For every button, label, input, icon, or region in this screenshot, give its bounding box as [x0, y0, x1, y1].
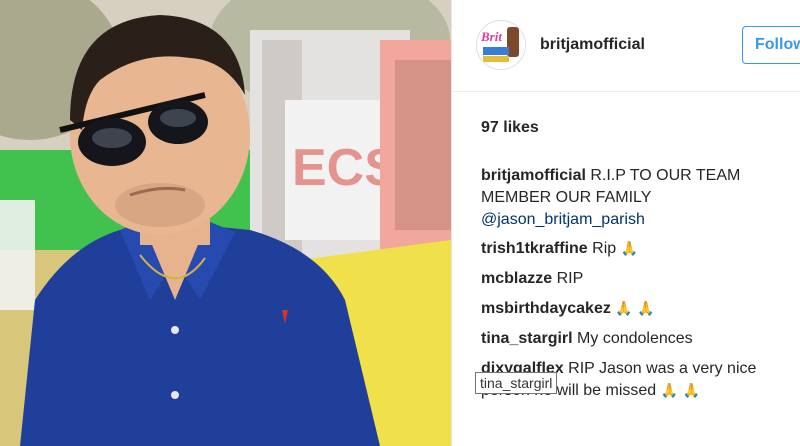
comment-username[interactable]: trish1tkraffine: [481, 240, 588, 257]
comment-text: Rip: [592, 240, 617, 257]
folded-hands-emoji-icon: 🙏 🙏: [615, 301, 655, 317]
username-tooltip: tina_stargirl: [475, 372, 558, 394]
caption: britjamofficial R.I.P TO OUR TEAM MEMBER…: [481, 165, 800, 231]
comment-username[interactable]: msbirthdaycakez: [481, 300, 611, 317]
avatar-logo-icon: Brit: [477, 21, 525, 69]
comment-item: tina_stargirl My condolences: [481, 328, 800, 350]
post-header: Brit britjamofficial Follow: [452, 0, 800, 92]
comment-item: msbirthdaycakez 🙏 🙏: [481, 298, 800, 320]
likes-count[interactable]: 97 likes: [481, 119, 539, 137]
post-author-username[interactable]: britjamofficial: [540, 36, 645, 54]
post-photo[interactable]: ECS: [0, 0, 451, 446]
svg-text:Brit: Brit: [480, 29, 502, 44]
follow-button[interactable]: Follow: [742, 26, 800, 64]
comment-username[interactable]: britjamofficial: [481, 167, 586, 184]
folded-hands-emoji-icon: 🙏: [620, 241, 639, 257]
comment-item: mcblazze RIP: [481, 268, 800, 290]
britjam-logo-avatar[interactable]: Brit: [476, 20, 526, 70]
folded-hands-emoji-icon: 🙏 🙏: [660, 383, 700, 399]
comment-username[interactable]: tina_stargirl: [481, 330, 573, 347]
comment-text: RIP: [556, 270, 584, 287]
mention-link[interactable]: @jason_britjam_parish: [481, 211, 645, 228]
comment-username[interactable]: mcblazze: [481, 270, 552, 287]
comment-text: My condolences: [577, 330, 693, 347]
comment-item: trish1tkraffine Rip 🙏: [481, 238, 800, 260]
photo-illustration: ECS: [0, 0, 451, 446]
